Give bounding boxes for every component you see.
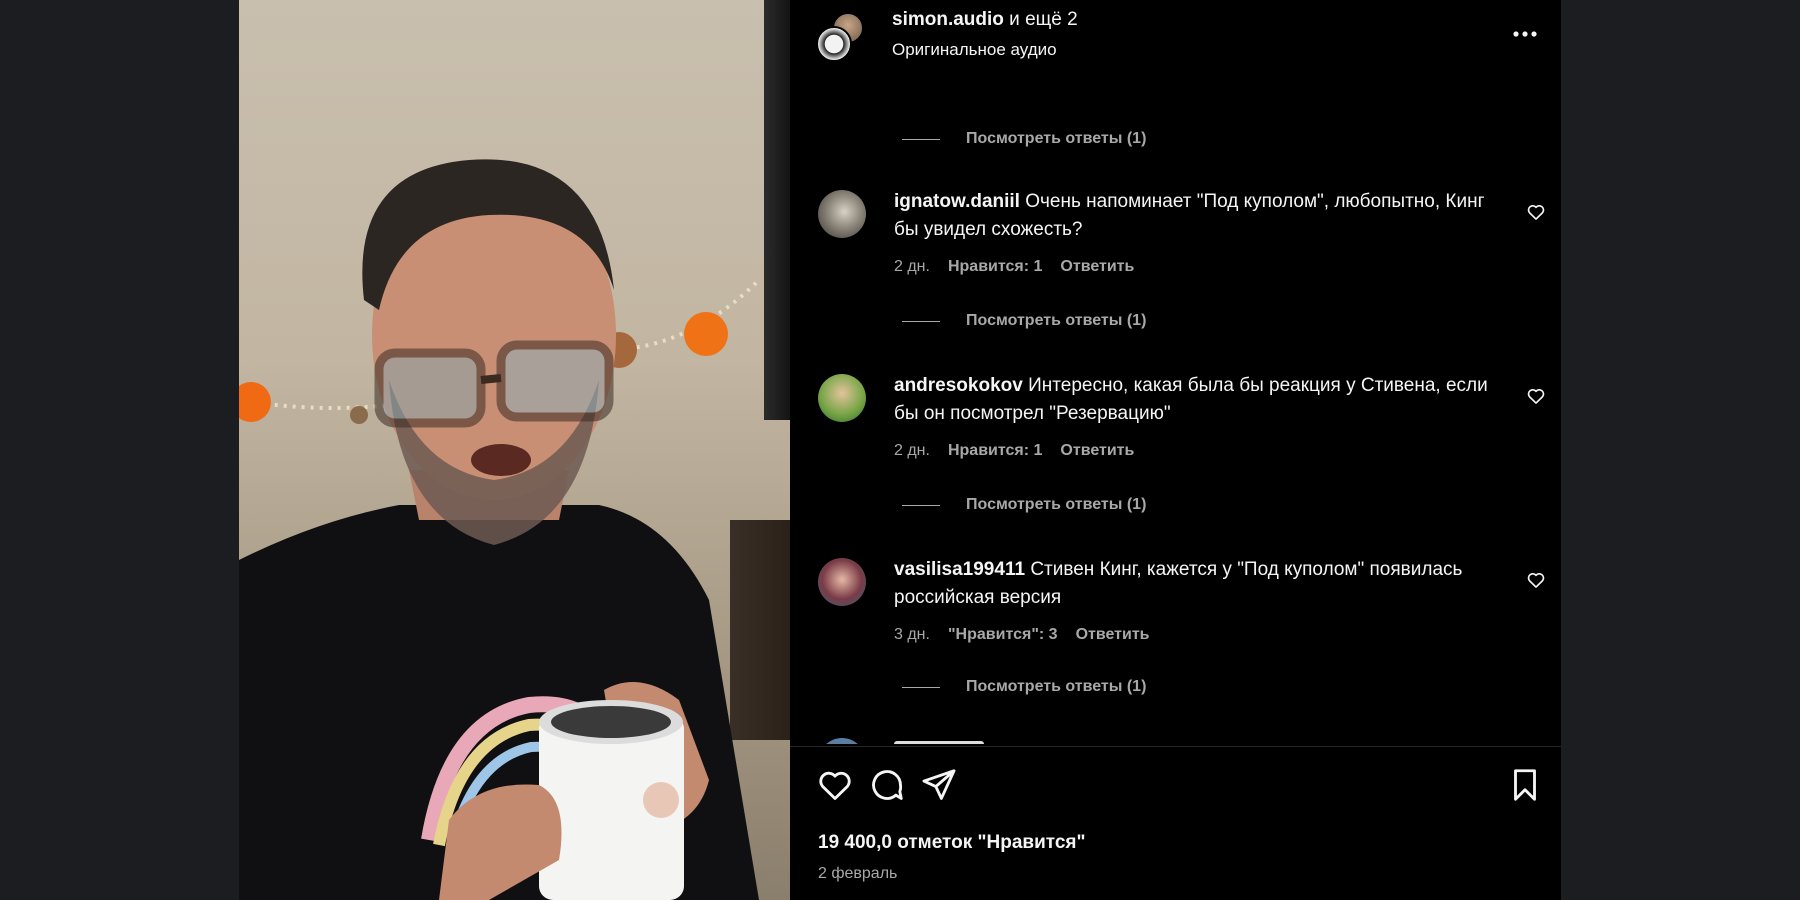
author-avatars[interactable]: [816, 12, 864, 62]
comment-bubble-icon[interactable]: [868, 766, 906, 804]
divider-line: [902, 320, 940, 322]
reply-button[interactable]: Ответить: [1060, 258, 1134, 276]
page-background-right: [1561, 0, 1800, 900]
post-author-title[interactable]: simon.audio и ещё 2: [892, 9, 1078, 31]
divider-line: [902, 138, 940, 140]
commenter-avatar[interactable]: [818, 190, 866, 238]
author-username[interactable]: simon.audio: [892, 9, 1004, 30]
avatar: [816, 26, 852, 62]
comment-username[interactable]: vasilisa199411: [894, 559, 1025, 580]
comments-list[interactable]: ▔ ▔▔ ▔▔▔▔▔▔▔ ▔▔▔▔▔▔ Посмотреть ответы (1…: [790, 76, 1561, 744]
clipped-comment-username: [894, 741, 984, 744]
view-replies-link[interactable]: Посмотреть ответы (1): [902, 676, 1146, 698]
co-authors-count[interactable]: и ещё 2: [1004, 9, 1078, 30]
divider-line: [902, 504, 940, 506]
more-options-icon[interactable]: [1510, 22, 1540, 46]
view-replies-link[interactable]: Посмотреть ответы (1): [902, 128, 1146, 150]
comment-age: 2 дн.: [894, 258, 930, 275]
comment-likes[interactable]: Нравится: 1: [948, 258, 1042, 276]
man-with-glasses-holding-mug: [239, 159, 759, 900]
commenter-avatar[interactable]: [818, 558, 866, 606]
view-replies-link[interactable]: Посмотреть ответы (1): [902, 494, 1146, 516]
like-comment-heart-icon[interactable]: [1526, 570, 1546, 590]
paper-plane-icon[interactable]: [920, 766, 958, 804]
reply-button[interactable]: Ответить: [1060, 442, 1134, 460]
like-comment-heart-icon[interactable]: [1526, 386, 1546, 406]
comment-item: vasilisa199411 Стивен Кинг, кажется у "П…: [790, 556, 1561, 666]
like-comment-heart-icon[interactable]: [1526, 202, 1546, 222]
comment-body: vasilisa199411 Стивен Кинг, кажется у "П…: [894, 556, 1514, 612]
commenter-avatar[interactable]: [818, 738, 866, 744]
comment-likes[interactable]: Нравится: 1: [948, 442, 1042, 460]
comment-age: 2 дн.: [894, 442, 930, 459]
reply-button[interactable]: Ответить: [1076, 626, 1150, 644]
view-replies-label: Посмотреть ответы (1): [966, 130, 1147, 147]
comment-username[interactable]: andresokokov: [894, 375, 1023, 396]
comment-likes[interactable]: "Нравится": 3: [948, 626, 1058, 644]
comment-item: ignatow.daniil Очень напоминает "Под куп…: [790, 188, 1561, 298]
view-replies-link[interactable]: Посмотреть ответы (1): [902, 310, 1146, 332]
likes-count[interactable]: 19 400,0 отметок "Нравится": [818, 832, 1085, 854]
comment-username[interactable]: ignatow.daniil: [894, 191, 1020, 212]
bookmark-icon[interactable]: [1506, 766, 1544, 804]
section-divider: [790, 746, 1561, 747]
comment-meta: 2 дн. Нравится: 1 Ответить: [894, 442, 1134, 460]
heart-icon[interactable]: [816, 766, 854, 804]
post-details-panel: simon.audio и ещё 2 Оригинальное аудио ▔…: [790, 0, 1561, 900]
post-date[interactable]: 2 февраль: [818, 865, 897, 883]
comment-body: andresokokov Интересно, какая была бы ре…: [894, 372, 1514, 428]
clipped-comment-meta: ▔ ▔▔ ▔▔▔▔▔▔▔ ▔▔▔▔▔▔: [894, 76, 1092, 86]
commenter-avatar[interactable]: [818, 374, 866, 422]
audio-label[interactable]: Оригинальное аудио: [892, 40, 1057, 60]
comment-item: andresokokov Интересно, какая была бы ре…: [790, 372, 1561, 482]
comment-body: ignatow.daniil Очень напоминает "Под куп…: [894, 188, 1514, 244]
view-replies-label: Посмотреть ответы (1): [966, 312, 1147, 329]
reel-video[interactable]: [239, 0, 790, 900]
comment-meta: 2 дн. Нравится: 1 Ответить: [894, 258, 1134, 276]
comment-meta: 3 дн. "Нравится": 3 Ответить: [894, 626, 1150, 644]
post-action-bar: [790, 764, 1561, 812]
view-replies-label: Посмотреть ответы (1): [966, 496, 1147, 513]
divider-line: [902, 686, 940, 688]
page: simon.audio и ещё 2 Оригинальное аудио ▔…: [0, 0, 1800, 900]
comment-age: 3 дн.: [894, 626, 930, 643]
view-replies-label: Посмотреть ответы (1): [966, 678, 1147, 695]
